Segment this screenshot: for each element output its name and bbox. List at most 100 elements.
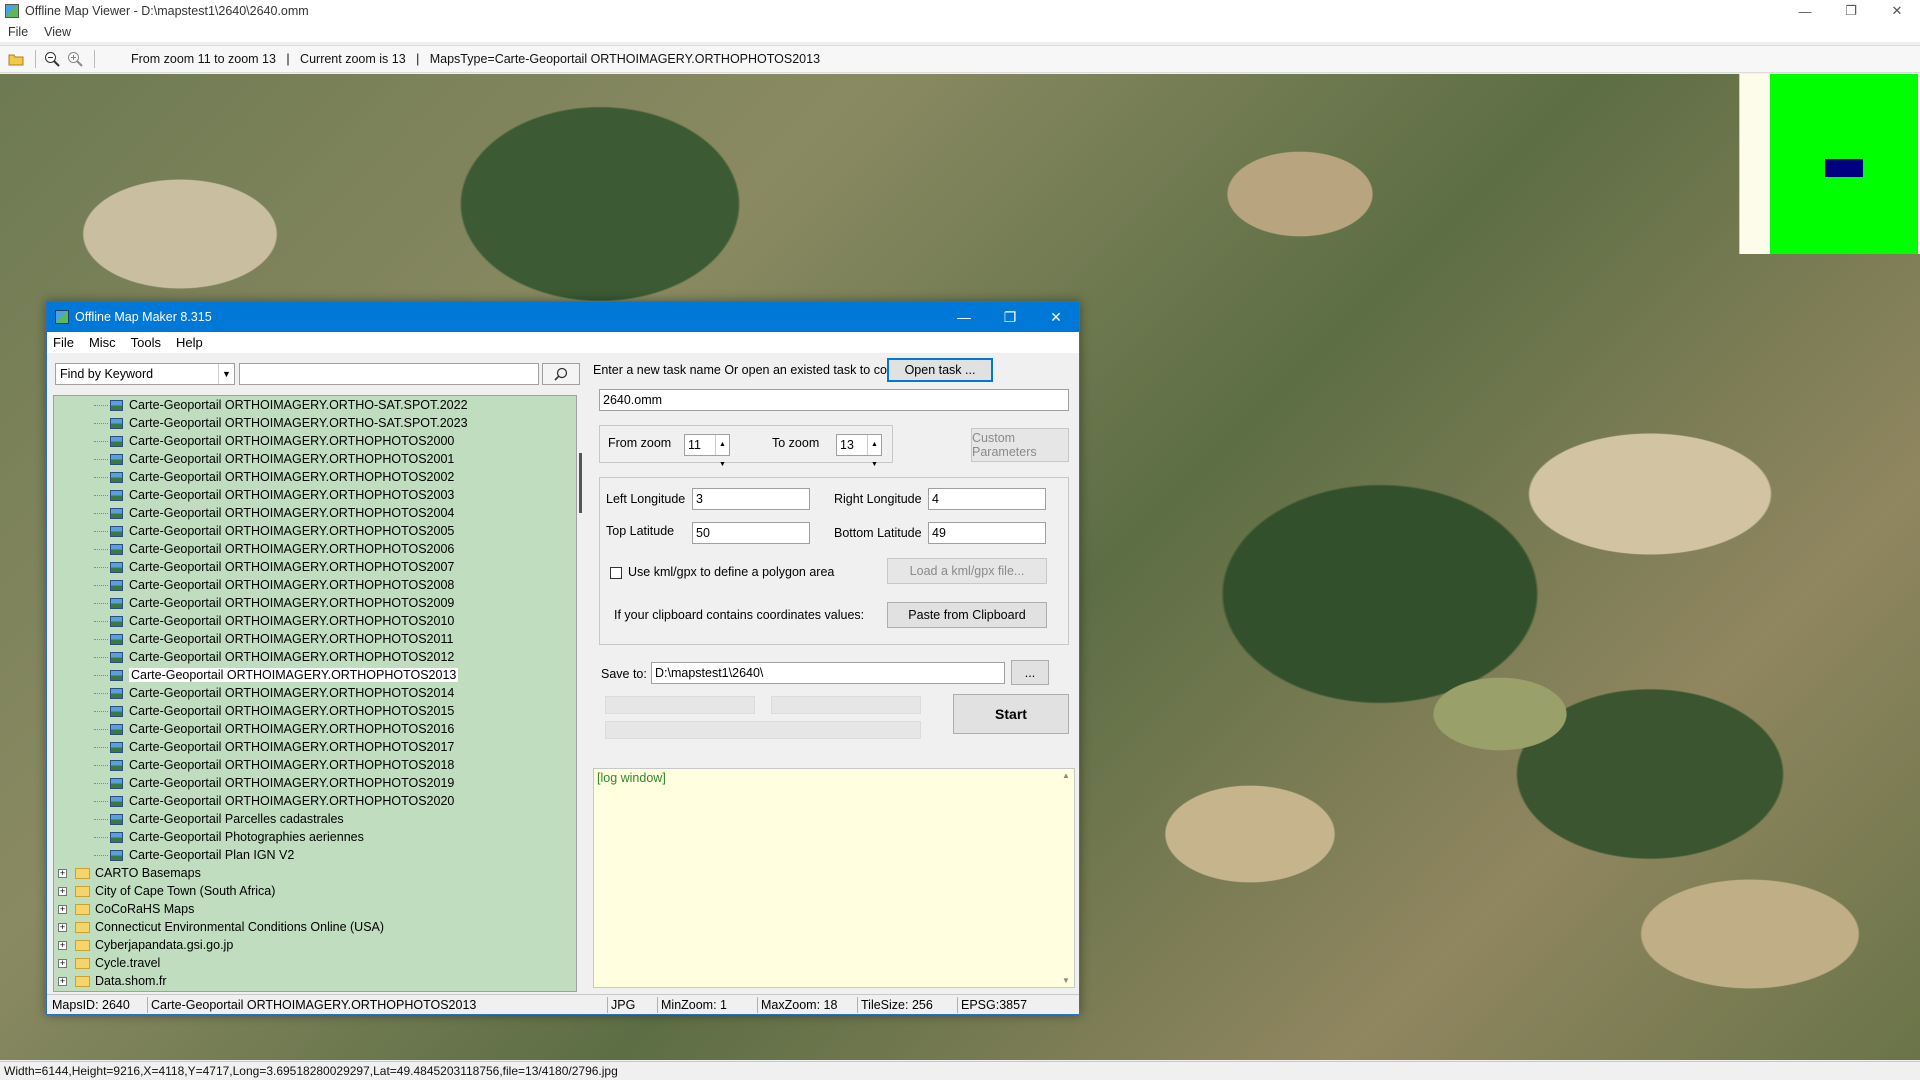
expand-icon[interactable]: + <box>58 940 67 950</box>
tree-folder-item[interactable]: + Cyberjapandata.gsi.go.jp <box>54 936 576 954</box>
top-latitude-field[interactable]: 50 <box>692 522 810 544</box>
tree-folder-item[interactable]: + Data.shom.fr <box>54 972 576 990</box>
use-kml-checkbox[interactable] <box>610 567 622 579</box>
maximize-button[interactable]: ❐ <box>1828 0 1874 22</box>
expand-icon[interactable]: + <box>58 904 67 914</box>
dialog-menu-misc[interactable]: Misc <box>89 335 116 350</box>
stepper-down-icon[interactable]: ▼ <box>716 455 729 475</box>
tree-map-item[interactable]: Carte-Geoportail ORTHOIMAGERY.ORTHOPHOTO… <box>54 522 576 540</box>
tree-map-item[interactable]: Carte-Geoportail ORTHOIMAGERY.ORTHOPHOTO… <box>54 774 576 792</box>
chevron-down-icon[interactable]: ▼ <box>218 364 234 384</box>
expand-icon[interactable]: + <box>58 922 67 932</box>
dialog-close-button[interactable]: ✕ <box>1033 302 1079 332</box>
paste-from-clipboard-button[interactable]: Paste from Clipboard <box>887 602 1047 628</box>
tree-map-item[interactable]: Carte-Geoportail ORTHOIMAGERY.ORTHOPHOTO… <box>54 630 576 648</box>
tree-folder-item[interactable]: + City of Cape Town (South Africa) <box>54 882 576 900</box>
tree-item-label: Carte-Geoportail ORTHOIMAGERY.ORTHOPHOTO… <box>129 452 455 466</box>
right-longitude-field[interactable]: 4 <box>928 488 1046 510</box>
tree-map-item[interactable]: Carte-Geoportail ORTHOIMAGERY.ORTHOPHOTO… <box>54 684 576 702</box>
area-group: Left Longitude 3 Right Longitude 4 Top L… <box>599 477 1069 645</box>
tree-map-item[interactable]: Carte-Geoportail ORTHOIMAGERY.ORTHOPHOTO… <box>54 558 576 576</box>
tree-map-item[interactable]: Carte-Geoportail ORTHOIMAGERY.ORTHOPHOTO… <box>54 504 576 522</box>
tree-map-item[interactable]: Carte-Geoportail ORTHOIMAGERY.ORTHOPHOTO… <box>54 432 576 450</box>
tree-map-item[interactable]: Carte-Geoportail ORTHOIMAGERY.ORTHO-SAT.… <box>54 414 576 432</box>
tree-item-label: Carte-Geoportail Plan IGN V2 <box>129 848 295 862</box>
log-scrollbar[interactable]: ▲ ▼ <box>1060 769 1074 987</box>
log-window[interactable]: [log window] ▲ ▼ <box>593 768 1075 988</box>
minimize-button[interactable]: — <box>1782 0 1828 22</box>
map-source-tree[interactable]: Carte-Geoportail ORTHOIMAGERY.ORTHO-SAT.… <box>53 395 577 992</box>
menu-file[interactable]: File <box>8 25 28 39</box>
minimap-viewport-rect[interactable] <box>1825 159 1863 177</box>
custom-parameters-button[interactable]: Custom Parameters <box>971 428 1069 462</box>
close-button[interactable]: ✕ <box>1874 0 1920 22</box>
offline-map-maker-dialog: Offline Map Maker 8.315 — ❐ ✕ File Misc … <box>46 301 1080 1015</box>
overview-minimap[interactable] <box>1739 74 1920 254</box>
tree-map-item[interactable]: Carte-Geoportail Parcelles cadastrales <box>54 810 576 828</box>
tree-map-item[interactable]: Carte-Geoportail Plan IGN V2 <box>54 846 576 864</box>
to-zoom-stepper[interactable]: 13 ▲ ▼ <box>836 434 882 468</box>
tree-folder-item[interactable]: + Connecticut Environmental Conditions On… <box>54 918 576 936</box>
tree-map-item[interactable]: Carte-Geoportail ORTHOIMAGERY.ORTHOPHOTO… <box>54 612 576 630</box>
tree-map-item[interactable]: Carte-Geoportail ORTHOIMAGERY.ORTHO-SAT.… <box>54 396 576 414</box>
dialog-menu-tools[interactable]: Tools <box>131 335 161 350</box>
from-zoom-stepper[interactable]: 11 ▲ ▼ <box>684 434 730 468</box>
tree-folder-label: CoCoRaHS Maps <box>95 902 195 916</box>
tree-item-label: Carte-Geoportail ORTHOIMAGERY.ORTHOPHOTO… <box>129 614 455 628</box>
browse-folder-button[interactable]: ... <box>1011 660 1049 685</box>
tree-folder-item[interactable]: + CARTO Basemaps <box>54 864 576 882</box>
folder-icon <box>75 885 90 897</box>
search-button[interactable] <box>542 363 580 385</box>
tree-connector <box>94 836 108 838</box>
search-mode-dropdown[interactable]: Find by Keyword ▼ <box>55 363 235 385</box>
tree-map-item[interactable]: Carte-Geoportail ORTHOIMAGERY.ORTHOPHOTO… <box>54 450 576 468</box>
tree-scrollbar[interactable] <box>579 453 582 513</box>
tree-map-item[interactable]: Carte-Geoportail ORTHOIMAGERY.ORTHOPHOTO… <box>54 468 576 486</box>
open-task-button[interactable]: Open task ... <box>887 358 993 382</box>
dialog-menu-file[interactable]: File <box>53 335 74 350</box>
left-longitude-field[interactable]: 3 <box>692 488 810 510</box>
stepper-up-icon[interactable]: ▲ <box>716 435 729 455</box>
stepper-down-icon[interactable]: ▼ <box>868 455 881 475</box>
search-input[interactable] <box>239 363 539 385</box>
expand-icon[interactable]: + <box>58 976 67 986</box>
from-zoom-arrows[interactable]: ▲ ▼ <box>715 435 729 468</box>
progress-bar-primary <box>605 696 755 714</box>
dialog-minimize-button[interactable]: — <box>941 302 987 332</box>
tree-folder-item[interactable]: + Cycle.travel <box>54 954 576 972</box>
tree-item-label: Carte-Geoportail ORTHOIMAGERY.ORTHOPHOTO… <box>129 632 454 646</box>
stepper-up-icon[interactable]: ▲ <box>868 435 881 455</box>
expand-icon[interactable]: + <box>58 886 67 896</box>
dialog-maximize-button[interactable]: ❐ <box>987 302 1033 332</box>
tree-map-item[interactable]: Carte-Geoportail ORTHOIMAGERY.ORTHOPHOTO… <box>54 702 576 720</box>
start-button[interactable]: Start <box>953 694 1069 734</box>
tree-map-item[interactable]: Carte-Geoportail Photographies aeriennes <box>54 828 576 846</box>
save-path-field[interactable]: D:\mapstest1\2640\ <box>651 662 1005 684</box>
bottom-latitude-field[interactable]: 49 <box>928 522 1046 544</box>
zoom-out-icon[interactable] <box>42 49 62 69</box>
expand-icon[interactable]: + <box>58 868 67 878</box>
tree-map-item[interactable]: Carte-Geoportail ORTHOIMAGERY.ORTHOPHOTO… <box>54 594 576 612</box>
task-name-field[interactable]: 2640.omm <box>599 389 1069 411</box>
search-row: Find by Keyword ▼ <box>55 363 580 385</box>
tree-folder-item[interactable]: + CoCoRaHS Maps <box>54 900 576 918</box>
menu-view[interactable]: View <box>44 25 71 39</box>
open-folder-icon[interactable] <box>6 49 26 69</box>
tree-map-item[interactable]: Carte-Geoportail ORTHOIMAGERY.ORTHOPHOTO… <box>54 540 576 558</box>
tree-map-item[interactable]: Carte-Geoportail ORTHOIMAGERY.ORTHOPHOTO… <box>54 576 576 594</box>
dialog-menu-help[interactable]: Help <box>176 335 203 350</box>
expand-icon[interactable]: + <box>58 958 67 968</box>
tree-map-item[interactable]: Carte-Geoportail ORTHOIMAGERY.ORTHOPHOTO… <box>54 792 576 810</box>
tree-map-item[interactable]: Carte-Geoportail ORTHOIMAGERY.ORTHOPHOTO… <box>54 666 576 684</box>
tree-map-item[interactable]: Carte-Geoportail ORTHOIMAGERY.ORTHOPHOTO… <box>54 756 576 774</box>
map-tile-icon <box>110 687 123 699</box>
scroll-up-icon[interactable]: ▲ <box>1062 771 1070 780</box>
to-zoom-arrows[interactable]: ▲ ▼ <box>867 435 881 468</box>
tree-map-item[interactable]: Carte-Geoportail ORTHOIMAGERY.ORTHOPHOTO… <box>54 648 576 666</box>
tree-map-item[interactable]: Carte-Geoportail ORTHOIMAGERY.ORTHOPHOTO… <box>54 738 576 756</box>
zoom-in-icon[interactable] <box>65 49 85 69</box>
scroll-down-icon[interactable]: ▼ <box>1062 976 1070 985</box>
tree-map-item[interactable]: Carte-Geoportail ORTHOIMAGERY.ORTHOPHOTO… <box>54 486 576 504</box>
tree-map-item[interactable]: Carte-Geoportail ORTHOIMAGERY.ORTHOPHOTO… <box>54 720 576 738</box>
load-kml-button[interactable]: Load a kml/gpx file... <box>887 558 1047 584</box>
